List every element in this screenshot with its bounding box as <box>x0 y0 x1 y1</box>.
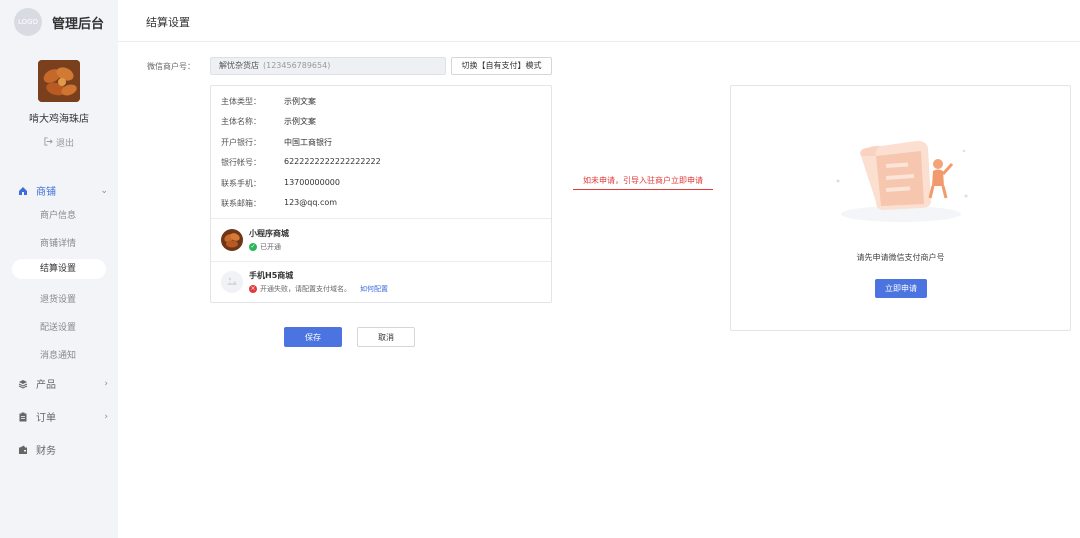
merchant-info-card: 主体类型： 示例文案 主体名称： 示例文案 开户银行： 中国工商银行 银行帐号：… <box>210 85 552 303</box>
info-key: 主体类型： <box>221 97 261 106</box>
nav-group-label: 订单 <box>36 413 56 424</box>
wallet-icon <box>18 445 28 455</box>
channel-h5: 手机H5商城 × 开通失败，请配置支付域名。 如何配置 <box>221 270 388 294</box>
info-row: 联系手机： 13700000000 <box>221 178 340 189</box>
header: 结算设置 <box>118 0 1080 42</box>
save-button[interactable]: 保存 <box>284 327 342 347</box>
channel-avatar <box>221 229 243 251</box>
nav-group-finance[interactable]: 财务 <box>18 442 108 457</box>
sidebar-item-settlement[interactable]: 结算设置 <box>12 259 106 279</box>
sidebar-item-delivery[interactable]: 配送设置 <box>40 320 76 333</box>
divider <box>211 261 551 262</box>
info-key: 主体名称： <box>221 117 261 126</box>
sidebar: LOGO 管理后台 啃大鸡海珠店 退出 商铺 ⌄ 商户信息 商铺详情 结算设置 … <box>0 0 118 538</box>
channel-title: 手机H5商城 <box>249 271 294 280</box>
info-row: 主体名称： 示例文案 <box>221 116 316 127</box>
merchant-id: (123456789654) <box>263 61 331 70</box>
channel-title: 小程序商城 <box>249 229 289 238</box>
chevron-right-icon: › <box>104 411 108 422</box>
chevron-down-icon: ⌄ <box>100 185 108 196</box>
sidebar-item-notification[interactable]: 消息通知 <box>40 348 76 361</box>
image-placeholder-icon <box>221 271 243 293</box>
info-key: 联系手机： <box>221 179 261 188</box>
page-title: 结算设置 <box>146 16 190 29</box>
nav-group-shop[interactable]: 商铺 ⌄ <box>18 183 108 198</box>
store-name: 啃大鸡海珠店 <box>29 114 89 125</box>
cancel-button[interactable]: 取消 <box>357 327 415 347</box>
brand: LOGO 管理后台 <box>14 8 104 36</box>
info-row: 主体类型： 示例文案 <box>221 96 316 107</box>
clipboard-icon <box>18 412 28 422</box>
check-circle-icon: ✓ <box>249 243 257 251</box>
nav-group-product[interactable]: 产品 › <box>18 376 108 391</box>
nav-group-order[interactable]: 订单 › <box>18 409 108 424</box>
channel-mini-program: 小程序商城 ✓ 已开通 <box>221 228 289 252</box>
sidebar-item-shop-detail[interactable]: 商铺详情 <box>40 236 76 249</box>
channel-status: × 开通失败，请配置支付域名。 如何配置 <box>249 284 388 294</box>
channel-status-text: 已开通 <box>260 243 281 251</box>
info-value: 6222222222222222222 <box>284 157 381 166</box>
info-value: 示例文案 <box>284 97 316 106</box>
layers-icon <box>18 379 28 389</box>
logout-label: 退出 <box>55 139 74 149</box>
sidebar-item-return[interactable]: 退货设置 <box>40 292 76 305</box>
info-row: 开户银行： 中国工商银行 <box>221 137 332 148</box>
home-icon <box>18 186 28 196</box>
info-row: 银行帐号： 6222222222222222222 <box>221 157 381 168</box>
annotation-text: 如未申请，引导入驻商户立即申请 <box>583 176 703 185</box>
annotation-line <box>573 189 713 190</box>
info-value: 示例文案 <box>284 117 316 126</box>
brand-title: 管理后台 <box>52 16 105 32</box>
info-key: 联系邮箱： <box>221 199 261 208</box>
logout-icon <box>44 136 53 149</box>
channel-status-text: 开通失败，请配置支付域名。 <box>260 285 351 293</box>
how-to-configure-link[interactable]: 如何配置 <box>360 284 388 294</box>
info-key: 银行帐号： <box>221 158 261 167</box>
switch-payment-mode-button[interactable]: 切换【自有支付】模式 <box>451 57 552 75</box>
chevron-right-icon: › <box>104 378 108 389</box>
info-value: 13700000000 <box>284 178 340 187</box>
nav-group-label: 产品 <box>36 380 56 391</box>
divider <box>211 218 551 219</box>
apply-card: 请先申请微信支付商户号 立即申请 <box>730 85 1071 331</box>
apply-prompt-text: 请先申请微信支付商户号 <box>856 253 945 262</box>
store-avatar <box>38 60 80 102</box>
document-illustration-icon <box>826 126 976 226</box>
logo: LOGO <box>14 8 42 36</box>
error-circle-icon: × <box>249 285 257 293</box>
merchant-input: 解忧杂货店 (123456789654) <box>210 57 446 75</box>
channel-status: ✓ 已开通 <box>249 242 289 252</box>
info-row: 联系邮箱： 123@qq.com <box>221 198 337 209</box>
info-value: 中国工商银行 <box>284 138 332 147</box>
logout-button[interactable]: 退出 <box>0 136 118 149</box>
info-value: 123@qq.com <box>284 198 338 207</box>
merchant-label: 微信商户号： <box>147 62 195 71</box>
nav-group-label: 商铺 <box>36 187 56 198</box>
apply-now-button[interactable]: 立即申请 <box>875 279 927 298</box>
merchant-name: 解忧杂货店 <box>219 61 259 70</box>
nav-group-label: 财务 <box>36 446 56 457</box>
sidebar-item-merchant-info[interactable]: 商户信息 <box>40 208 76 221</box>
info-key: 开户银行： <box>221 138 261 147</box>
